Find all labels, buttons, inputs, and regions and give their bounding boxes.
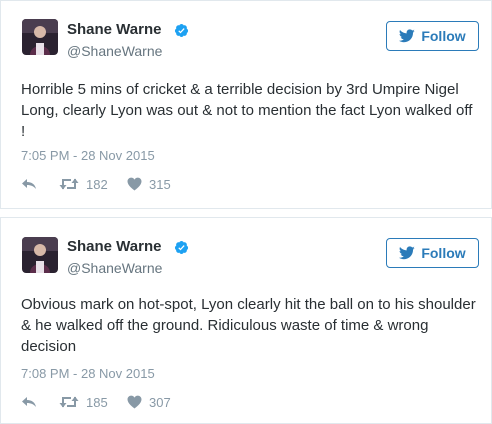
tweet-card[interactable]: Shane Warne @ShaneWarne Follow Obvious m… — [0, 217, 492, 424]
retweet-icon — [59, 396, 79, 408]
tweet-timestamp[interactable]: 7:05 PM - 28 Nov 2015 — [21, 148, 155, 163]
retweet-button[interactable]: 182 — [59, 175, 108, 193]
like-button[interactable]: 307 — [127, 393, 171, 411]
tweet-timestamp[interactable]: 7:08 PM - 28 Nov 2015 — [21, 366, 155, 381]
reply-button[interactable] — [21, 175, 37, 193]
author-name[interactable]: Shane Warne — [67, 21, 161, 38]
follow-button[interactable]: Follow — [386, 21, 479, 51]
author-handle[interactable]: @ShaneWarne — [67, 43, 162, 59]
follow-button[interactable]: Follow — [386, 238, 479, 268]
heart-icon — [127, 395, 142, 409]
tweet-actions: 185 307 — [21, 393, 321, 411]
like-count: 307 — [149, 394, 171, 410]
follow-label: Follow — [421, 245, 466, 261]
retweet-icon — [59, 178, 79, 190]
avatar[interactable] — [22, 19, 58, 55]
reply-icon — [22, 397, 36, 407]
heart-icon — [127, 177, 142, 191]
verified-badge-icon — [174, 241, 189, 254]
twitter-bird-icon — [399, 29, 416, 43]
tweet-card[interactable]: Shane Warne @ShaneWarne Follow Horrible … — [0, 0, 492, 209]
reply-button[interactable] — [21, 393, 37, 411]
follow-label: Follow — [421, 28, 466, 44]
retweet-button[interactable]: 185 — [59, 393, 108, 411]
verified-badge-icon — [174, 24, 189, 37]
retweet-count: 185 — [86, 394, 108, 410]
tweet-actions: 182 315 — [21, 175, 321, 193]
avatar[interactable] — [22, 237, 58, 273]
like-button[interactable]: 315 — [127, 175, 171, 193]
reply-icon — [22, 179, 36, 189]
author-name[interactable]: Shane Warne — [67, 238, 161, 255]
author-handle[interactable]: @ShaneWarne — [67, 260, 162, 276]
tweet-text: Obvious mark on hot-spot, Lyon clearly h… — [21, 296, 476, 355]
twitter-bird-icon — [399, 246, 416, 260]
tweet-text: Horrible 5 mins of cricket & a terrible … — [21, 81, 473, 140]
like-count: 315 — [149, 176, 171, 192]
retweet-count: 182 — [86, 176, 108, 192]
